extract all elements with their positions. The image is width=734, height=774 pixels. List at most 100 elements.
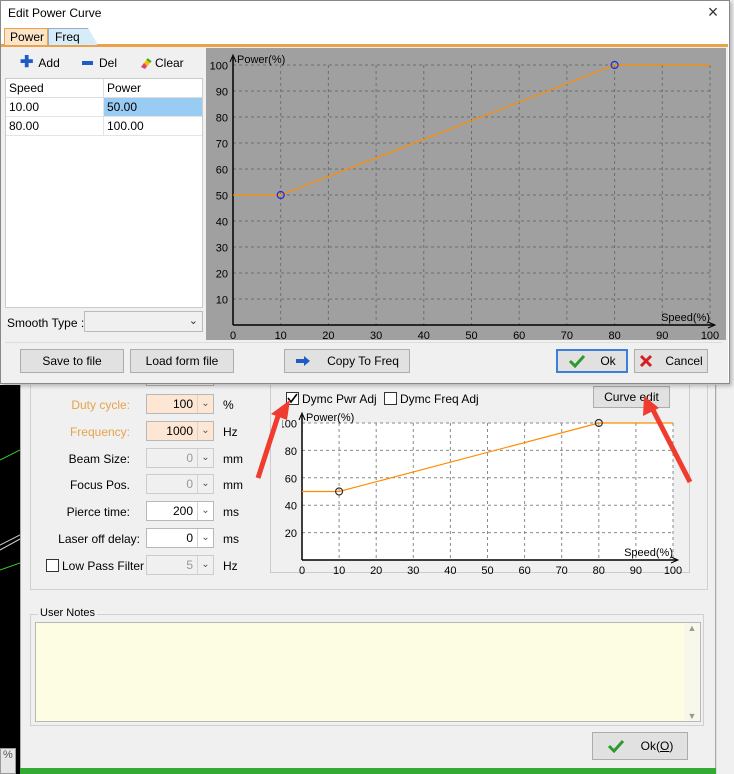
minus-icon <box>82 61 93 65</box>
y-tick-label: 60 <box>216 165 228 177</box>
chevron-down-icon[interactable]: ⌄ <box>197 529 213 547</box>
bottom-left-box: % <box>0 748 16 774</box>
x-tick-label: 30 <box>370 330 382 340</box>
copy-to-freq-button[interactable]: Copy To Freq <box>284 349 410 373</box>
edit-power-chart[interactable]: 0 10 20 30 40 50 60 70 80 90 100 10 20 30 40 50 60 70 80 90… <box>206 48 726 340</box>
chevron-down-icon[interactable]: ⌄ <box>197 449 213 467</box>
dymc-freq-checkbox[interactable] <box>384 392 397 408</box>
y-tick-label: 50 <box>216 191 228 203</box>
pierce-time-unit: ms <box>223 505 239 519</box>
user-notes-textarea[interactable] <box>35 622 701 722</box>
table-cell[interactable]: 80.00 <box>6 117 104 135</box>
laser-off-delay-unit: ms <box>223 532 239 546</box>
x-tick-label: 100 <box>701 330 719 340</box>
bottom-ok-button[interactable]: Ok(O) <box>592 732 688 760</box>
scroll-up-icon[interactable]: ▲ <box>688 623 697 633</box>
red-x-icon <box>640 354 653 368</box>
x-tick-label: 40 <box>444 565 456 574</box>
points-table: Speed Power 10.00 50.00 80.00 100.00 <box>5 78 203 308</box>
chevron-down-icon[interactable]: ⌄ <box>197 475 213 493</box>
frequency-input[interactable]: 1000 ⌄ <box>146 421 214 441</box>
add-button[interactable]: ✚ Add <box>20 55 60 71</box>
x-tick-label: 40 <box>418 330 430 340</box>
dymc-pwr-checkbox[interactable] <box>286 392 299 408</box>
low-pass-filter-label: Low Pass Filter <box>62 559 145 573</box>
beam-size-unit: mm <box>223 452 243 466</box>
y-tick-label: 100 <box>282 419 297 431</box>
y-tick-label: 30 <box>216 243 228 255</box>
y-tick-label: 70 <box>216 139 228 151</box>
eraser-icon <box>141 58 152 69</box>
y-tick-label: 20 <box>216 269 228 281</box>
y-tick-label: 60 <box>285 473 297 485</box>
x-axis-label: Speed(%) <box>661 312 710 324</box>
y-axis-label: Power(%) <box>237 54 285 66</box>
table-cell[interactable]: 50.00 <box>104 98 202 116</box>
dymc-power-chart: 0 10 20 30 40 50 60 70 80 90 100 20 40 60 80 100 Power(%… <box>282 411 682 574</box>
tab-power[interactable]: Power <box>4 28 48 45</box>
dymc-pwr-label: Dymc Pwr Adj <box>302 392 377 406</box>
y-tick-label: 90 <box>216 87 228 99</box>
x-tick-label: 80 <box>593 565 605 574</box>
low-pass-filter-input[interactable]: 5 ⌄ <box>146 555 214 575</box>
curve-edit-button[interactable]: Curve edit <box>593 386 670 408</box>
beam-size-label: Beam Size: <box>68 452 130 466</box>
chevron-down-icon[interactable]: ⌄ <box>197 556 213 574</box>
laser-off-delay-input[interactable]: 0 ⌄ <box>146 528 214 548</box>
user-notes-scrollbar[interactable]: ▲ ▼ <box>684 623 700 721</box>
x-tick-label: 60 <box>518 565 530 574</box>
beam-size-input[interactable]: 0 ⌄ <box>146 448 214 468</box>
y-tick-label: 80 <box>216 113 228 125</box>
focus-pos-label: Focus Pos. <box>69 478 130 492</box>
chevron-down-icon[interactable]: ⌄ <box>197 422 213 440</box>
table-row[interactable]: 10.00 50.00 <box>6 98 202 117</box>
load-from-file-button[interactable]: Load form file <box>130 349 234 373</box>
column-header-power[interactable]: Power <box>104 79 202 97</box>
duty-cycle-input[interactable]: 100 ⌄ <box>146 394 214 414</box>
tab-accent-line <box>1 44 728 47</box>
x-tick-label: 10 <box>333 565 345 574</box>
x-tick-label: 60 <box>513 330 525 340</box>
del-button[interactable]: Del <box>82 56 117 70</box>
pierce-time-input[interactable]: 200 ⌄ <box>146 501 214 521</box>
x-tick-label: 80 <box>608 330 620 340</box>
duty-cycle-label: Duty cycle: <box>71 398 130 412</box>
table-cell[interactable]: 100.00 <box>104 117 202 135</box>
close-icon[interactable]: × <box>703 2 723 22</box>
frequency-unit: Hz <box>223 425 238 439</box>
save-to-file-button[interactable]: Save to file <box>20 349 124 373</box>
table-cell[interactable]: 10.00 <box>6 98 104 116</box>
background-canvas-lines <box>0 449 20 571</box>
x-tick-label: 70 <box>561 330 573 340</box>
chevron-down-icon[interactable]: ⌄ <box>197 502 213 520</box>
clear-button[interactable]: Clear <box>138 56 184 70</box>
x-tick-label: 50 <box>465 330 477 340</box>
y-tick-label: 100 <box>210 61 228 73</box>
y-tick-label: 40 <box>216 217 228 229</box>
arrow-right-icon <box>296 356 311 366</box>
low-pass-filter-unit: Hz <box>223 559 238 573</box>
chevron-down-icon[interactable]: ⌄ <box>197 395 213 413</box>
x-axis-label: Speed(%) <box>624 547 673 559</box>
scroll-down-icon[interactable]: ▼ <box>688 711 697 721</box>
ok-button[interactable]: Ok <box>556 349 628 373</box>
y-axis-label: Power(%) <box>306 412 354 424</box>
table-row[interactable]: 80.00 100.00 <box>6 117 202 136</box>
right-dark-strip <box>716 385 734 774</box>
low-pass-filter-checkbox[interactable] <box>46 559 59 575</box>
dialog-title: Edit Power Curve <box>8 6 102 20</box>
x-tick-label: 20 <box>322 330 334 340</box>
y-tick-label: 40 <box>285 501 297 513</box>
smooth-type-select[interactable]: ⌄ <box>84 311 203 332</box>
bottom-status-strip <box>20 768 716 774</box>
duty-cycle-unit: % <box>223 398 234 412</box>
focus-pos-unit: mm <box>223 478 243 492</box>
x-tick-label: 30 <box>407 565 419 574</box>
smooth-type-label: Smooth Type : <box>7 316 85 330</box>
focus-pos-input[interactable]: 0 ⌄ <box>146 474 214 494</box>
cancel-button[interactable]: Cancel <box>634 349 708 373</box>
x-tick-label: 10 <box>275 330 287 340</box>
column-header-speed[interactable]: Speed <box>6 79 104 97</box>
green-check-icon <box>569 354 586 368</box>
chevron-down-icon: ⌄ <box>188 315 198 327</box>
